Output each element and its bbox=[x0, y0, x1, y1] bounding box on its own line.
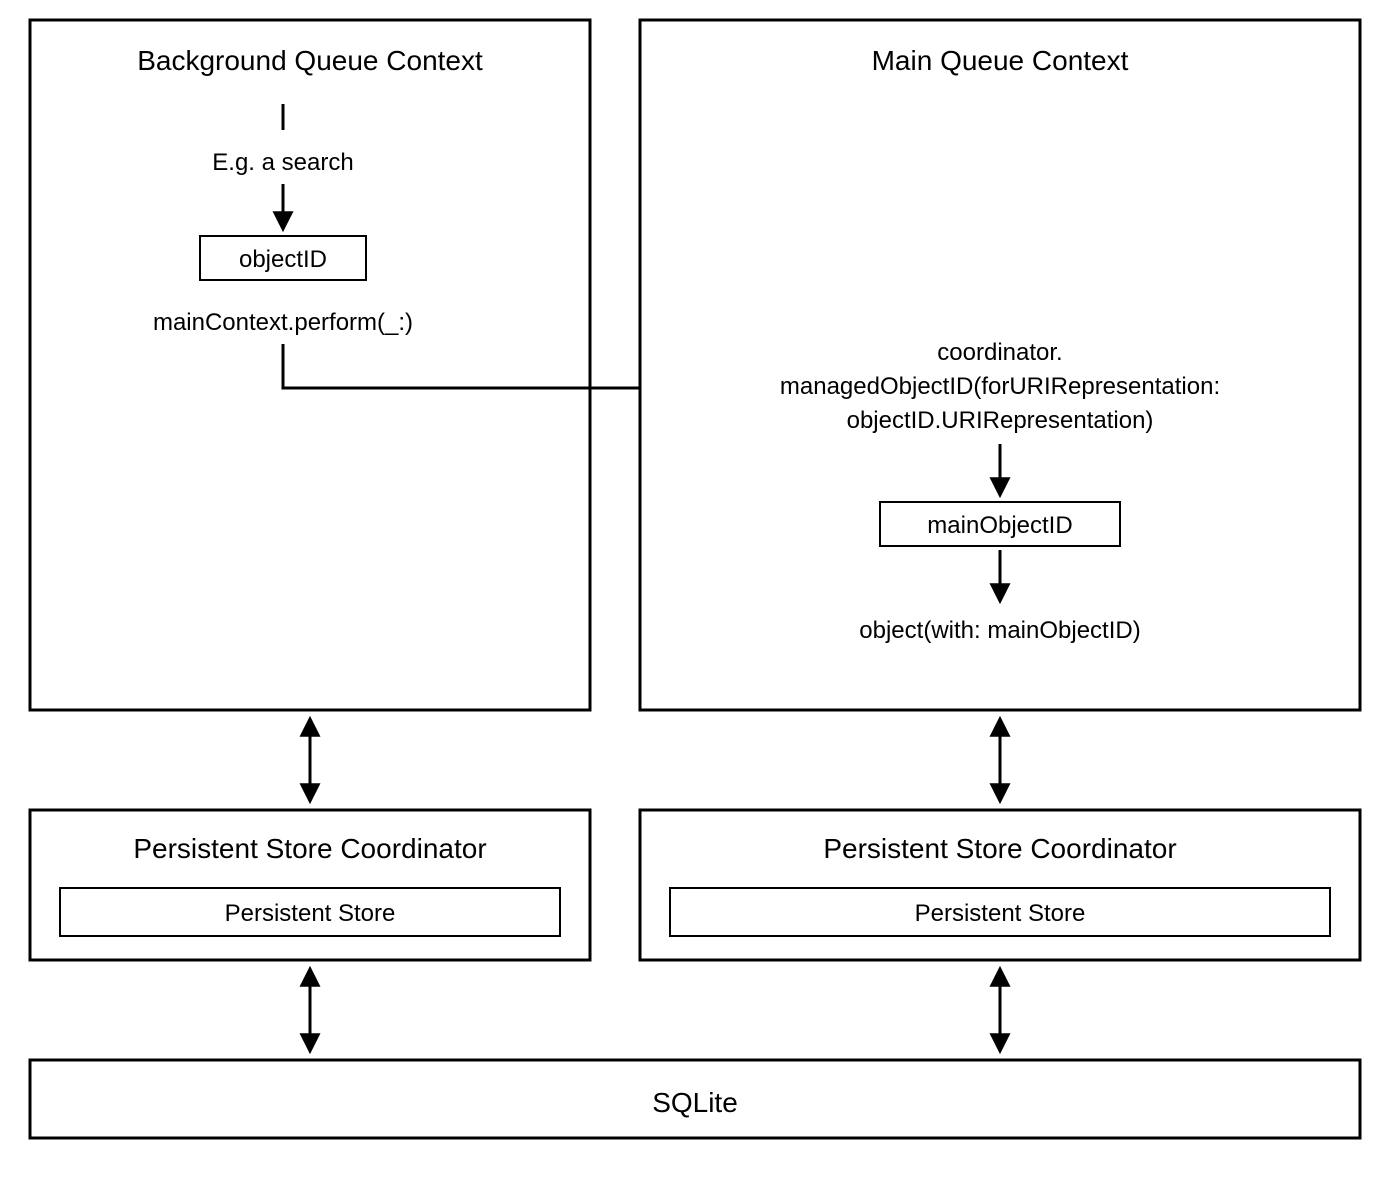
bg-context-box bbox=[30, 20, 590, 710]
bg-context-title: Background Queue Context bbox=[137, 45, 483, 76]
main-object-id-label: mainObjectID bbox=[927, 512, 1072, 539]
search-label: E.g. a search bbox=[212, 149, 353, 176]
coord-line2: managedObjectID(forURIRepresentation: bbox=[780, 373, 1220, 400]
object-id-label: objectID bbox=[239, 246, 327, 273]
object-with-label: object(with: mainObjectID) bbox=[859, 617, 1140, 644]
sqlite-title: SQLite bbox=[652, 1087, 738, 1118]
psc-right-title: Persistent Store Coordinator bbox=[823, 833, 1176, 864]
coord-line3: objectID.URIRepresentation) bbox=[847, 407, 1154, 434]
psc-right-store-label: Persistent Store bbox=[915, 900, 1086, 927]
perform-label: mainContext.perform(_:) bbox=[153, 309, 413, 336]
psc-left-store-label: Persistent Store bbox=[225, 900, 396, 927]
main-context-title: Main Queue Context bbox=[872, 45, 1129, 76]
coord-line1: coordinator. bbox=[937, 339, 1062, 366]
psc-left-title: Persistent Store Coordinator bbox=[133, 833, 486, 864]
